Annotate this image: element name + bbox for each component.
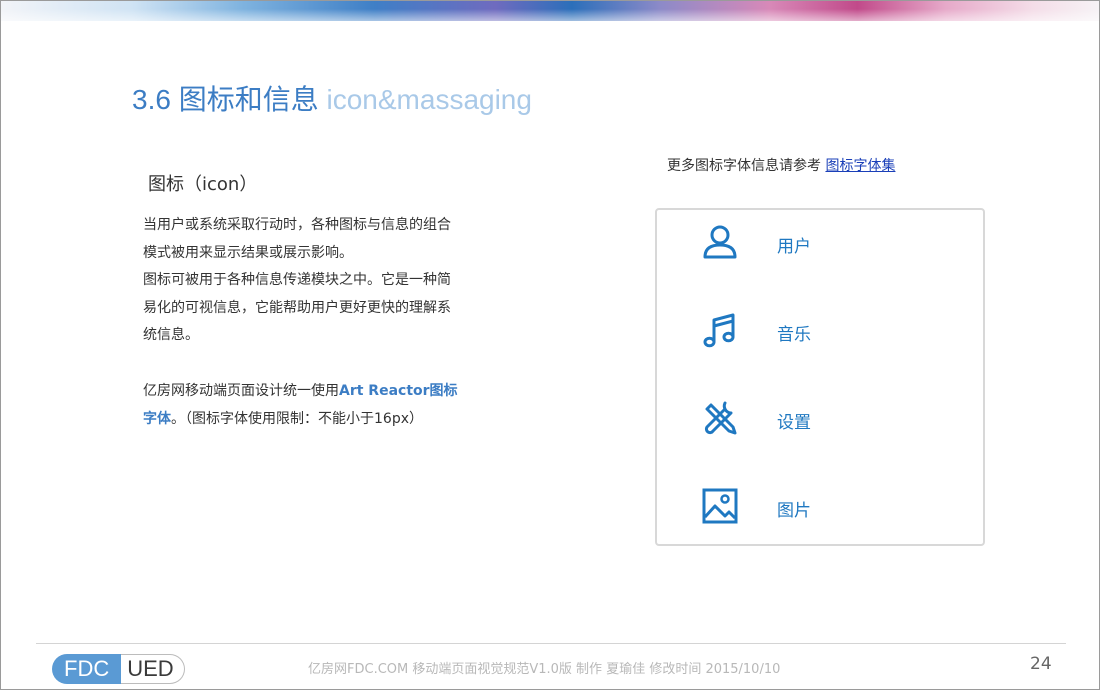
decorative-top-band — [1, 1, 1099, 21]
footer-text: 亿房网FDC.COM 移动端页面视觉规范V1.0版 制作 夏瑜佳 修改时间 20… — [308, 662, 781, 677]
icon-row-image: 图片 — [701, 486, 811, 526]
slide-title: 3.6 图标和信息 icon&massaging — [132, 78, 532, 118]
footer-divider — [36, 643, 1066, 644]
section-heading: 图标（icon） — [148, 174, 258, 195]
usage-paragraph: 亿房网移动端页面设计统一使用Art Reactor图标字体。（图标字体使用限制：… — [143, 378, 493, 433]
description-paragraph: 当用户或系统采取行动时，各种图标与信息的组合 模式被用来显示结果或展示影响。 图… — [143, 212, 493, 350]
font-name-highlight-cont: 字体 — [143, 410, 171, 427]
usage-suffix: 。（图标字体使用限制：不能小于16px） — [171, 410, 423, 427]
logo-ued: UED — [121, 654, 185, 684]
icon-row-music: 音乐 — [701, 310, 811, 350]
icon-label-settings: 设置 — [777, 413, 811, 433]
icon-row-settings: 设置 — [701, 398, 811, 438]
icon-label-image: 图片 — [777, 501, 811, 521]
logo-fdc: FDC — [52, 654, 122, 684]
page-number: 24 — [1030, 654, 1052, 674]
reference-line: 更多图标字体信息请参考 图标字体集 — [667, 155, 895, 175]
reference-text: 更多图标字体信息请参考 — [667, 158, 826, 174]
user-icon — [703, 225, 737, 259]
settings-tools-icon — [704, 401, 737, 435]
paragraph-line: 当用户或系统采取行动时，各种图标与信息的组合 — [143, 217, 451, 233]
paragraph-line: 统信息。 — [143, 327, 199, 343]
paragraph-line: 图标可被用于各种信息传递模块之中。它是一种简 — [143, 272, 451, 288]
icon-font-link[interactable]: 图标字体集 — [825, 158, 895, 174]
icon-label-music: 音乐 — [777, 325, 811, 345]
icon-sample-panel: 用户 音乐 设置 图片 — [655, 208, 985, 546]
paragraph-line: 模式被用来显示结果或展示影响。 — [143, 244, 353, 261]
image-icon — [702, 488, 738, 524]
paragraph-line: 易化的可视信息，它能帮助用户更好更快的理解系 — [143, 299, 451, 316]
usage-prefix: 亿房网移动端页面设计统一使用 — [143, 383, 339, 399]
title-chinese: 3.6 图标和信息 — [132, 84, 319, 115]
font-name-highlight: Art Reactor图标 — [339, 383, 458, 399]
title-english: icon&massaging — [326, 84, 532, 115]
fdc-ued-logo: FDC UED — [52, 653, 185, 685]
icon-label-user: 用户 — [777, 237, 811, 257]
music-icon — [703, 313, 735, 348]
icon-row-user: 用户 — [701, 222, 811, 262]
